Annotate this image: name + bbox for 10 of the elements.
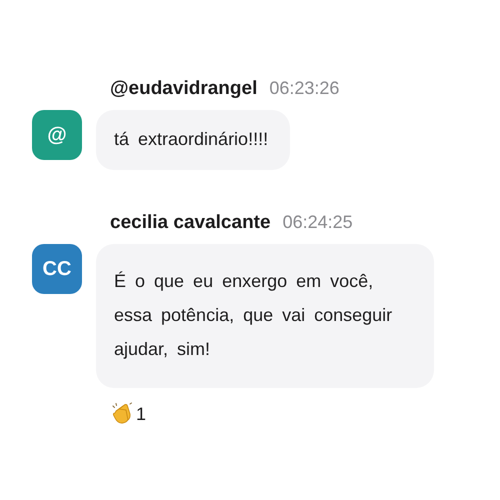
message-bubble: tá extraordinário!!!! [96,110,290,170]
avatar: @ [32,110,82,160]
clapping-hands-icon [110,402,134,426]
author-name: cecilia cavalcante [110,212,271,234]
message-bubble: É o que eu enxergo em você, essa potência, que vai conseguir ajudar, sim! [96,244,434,388]
timestamp: 06:23:26 [269,78,340,99]
reaction-button[interactable]: 1 [110,402,146,426]
avatar: CC [32,244,82,294]
author-name: @eudavidrangel [110,78,258,100]
timestamp: 06:24:25 [282,212,353,233]
